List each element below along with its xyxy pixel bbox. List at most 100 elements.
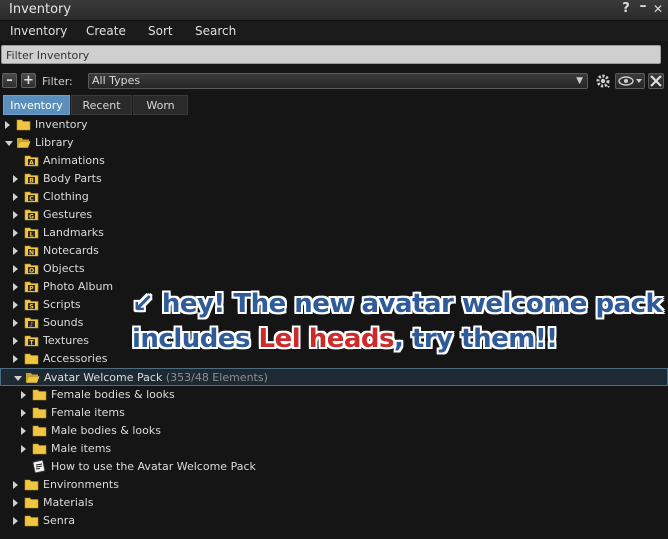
tree-row-label: Landmarks — [43, 226, 104, 239]
tree-row-label: Clothing — [43, 190, 89, 203]
menu-sort[interactable]: Sort — [148, 24, 173, 38]
collapsed-arrow-icon[interactable] — [13, 355, 18, 363]
tree-row[interactable]: Female bodies & looks — [0, 386, 668, 404]
svg-text:♪: ♪ — [30, 321, 34, 328]
tree-row[interactable]: Male items — [0, 440, 668, 458]
tree-row-text: Scripts — [43, 298, 81, 311]
tree-row[interactable]: Environments — [0, 476, 668, 494]
tree-row-label: Objects — [43, 262, 85, 275]
title-bar: Inventory ? – ✕ — [0, 0, 668, 21]
tree-row-label: Accessories — [43, 352, 107, 365]
trash-x-icon — [650, 75, 662, 87]
collapsed-arrow-icon[interactable] — [21, 391, 26, 399]
tree-row[interactable]: How to use the Avatar Welcome Pack — [0, 458, 668, 476]
folder-icon — [24, 478, 39, 491]
collapsed-arrow-icon[interactable] — [13, 193, 18, 201]
tree-row-text: Sounds — [43, 316, 84, 329]
svg-text:N: N — [29, 249, 34, 256]
collapsed-arrow-icon[interactable] — [13, 265, 18, 273]
tab-recent[interactable]: Recent — [71, 95, 132, 115]
tab-worn[interactable]: Worn — [133, 95, 188, 115]
collapsed-arrow-icon[interactable] — [13, 283, 18, 291]
filter-inventory-input[interactable]: Filter Inventory — [1, 45, 661, 64]
tree-row-label: Environments — [43, 478, 119, 491]
folder-icon — [32, 442, 47, 455]
tree-row-text: Gestures — [43, 208, 93, 221]
tree-row[interactable]: Male bodies & looks — [0, 422, 668, 440]
tree-row-text: Inventory — [35, 118, 88, 131]
collapsed-arrow-icon[interactable] — [13, 175, 18, 183]
tree-row[interactable]: Materials — [0, 494, 668, 512]
trash-button[interactable] — [648, 73, 664, 89]
collapsed-arrow-icon[interactable] — [21, 409, 26, 417]
texture-folder-icon: T — [24, 334, 39, 347]
tree-row[interactable]: L Landmarks — [0, 224, 668, 242]
expanded-arrow-icon[interactable] — [14, 376, 22, 381]
collapsed-arrow-icon[interactable] — [5, 121, 10, 129]
collapse-all-button[interactable]: – — [2, 73, 17, 88]
tree-row-text: Textures — [43, 334, 89, 347]
tab-inventory[interactable]: Inventory — [3, 95, 70, 115]
clothing-folder-icon: C — [24, 190, 39, 203]
tree-row[interactable]: Library — [0, 134, 668, 152]
tree-row[interactable]: N Notecards — [0, 242, 668, 260]
tree-row-label: Female bodies & looks — [51, 388, 175, 401]
collapsed-arrow-icon[interactable] — [13, 499, 18, 507]
tree-row[interactable]: B Body Parts — [0, 170, 668, 188]
collapsed-arrow-icon[interactable] — [13, 211, 18, 219]
type-filter-select[interactable]: All Types ▼ — [88, 73, 588, 89]
tree-row[interactable]: A Animations — [0, 152, 668, 170]
svg-text:B: B — [29, 177, 34, 184]
collapsed-arrow-icon[interactable] — [13, 319, 18, 327]
tree-row-label: Senra — [43, 514, 75, 527]
tree-row-text: Materials — [43, 496, 94, 509]
tree-row-text: Clothing — [43, 190, 89, 203]
tree-row-text: Female items — [51, 406, 125, 419]
tree-row-text: Objects — [43, 262, 85, 275]
collapsed-arrow-icon[interactable] — [13, 337, 18, 345]
close-button[interactable]: ✕ — [652, 2, 664, 16]
collapsed-arrow-icon[interactable] — [21, 445, 26, 453]
tree-row[interactable]: Female items — [0, 404, 668, 422]
tree-row[interactable]: Avatar Welcome Pack (353/48 Elements) — [0, 368, 668, 386]
tree-row-label: Photo Album — [43, 280, 113, 293]
gear-button[interactable] — [595, 73, 612, 89]
tree-row-label: Library — [35, 136, 73, 149]
tree-row-label: Female items — [51, 406, 125, 419]
element-count: (353/48 Elements) — [162, 371, 268, 384]
help-button[interactable]: ? — [620, 1, 632, 16]
expand-all-button[interactable]: + — [21, 73, 36, 88]
view-options-button[interactable] — [615, 73, 645, 89]
tree-row-label: Male items — [51, 442, 111, 455]
tree-row[interactable]: G Gestures — [0, 206, 668, 224]
tree-row-text: Environments — [43, 478, 119, 491]
chevron-down-icon: ▼ — [576, 76, 583, 86]
tree-row-label: Male bodies & looks — [51, 424, 161, 437]
menu-create[interactable]: Create — [86, 24, 126, 38]
collapsed-arrow-icon[interactable] — [13, 229, 18, 237]
tree-row-label: Gestures — [43, 208, 92, 221]
folder-icon — [32, 406, 47, 419]
tree-row[interactable]: O Objects — [0, 260, 668, 278]
tree-row[interactable]: Senra — [0, 512, 668, 530]
collapsed-arrow-icon[interactable] — [13, 247, 18, 255]
annotation-overlay: ↙ hey! The new avatar welcome pack inclu… — [132, 289, 663, 359]
svg-text:G: G — [29, 213, 34, 220]
collapsed-arrow-icon[interactable] — [21, 427, 26, 435]
tree-row-text: Animations — [43, 154, 105, 167]
tree-row-text: Male bodies & looks — [51, 424, 161, 437]
collapsed-arrow-icon[interactable] — [13, 481, 18, 489]
gesture-folder-icon: G — [24, 208, 39, 221]
svg-text:L: L — [30, 231, 34, 238]
menu-bar: Inventory Create Sort Search — [0, 21, 668, 41]
tree-row[interactable]: Inventory — [0, 116, 668, 134]
tree-row[interactable]: C Clothing — [0, 188, 668, 206]
tree-row-label: Avatar Welcome Pack (353/48 Elements) — [44, 371, 268, 384]
expanded-arrow-icon[interactable] — [5, 141, 13, 146]
script-folder-icon: S — [24, 298, 39, 311]
collapsed-arrow-icon[interactable] — [13, 301, 18, 309]
minimize-button[interactable]: – — [638, 0, 648, 14]
collapsed-arrow-icon[interactable] — [13, 517, 18, 525]
menu-search[interactable]: Search — [195, 24, 236, 38]
menu-inventory[interactable]: Inventory — [10, 24, 67, 38]
